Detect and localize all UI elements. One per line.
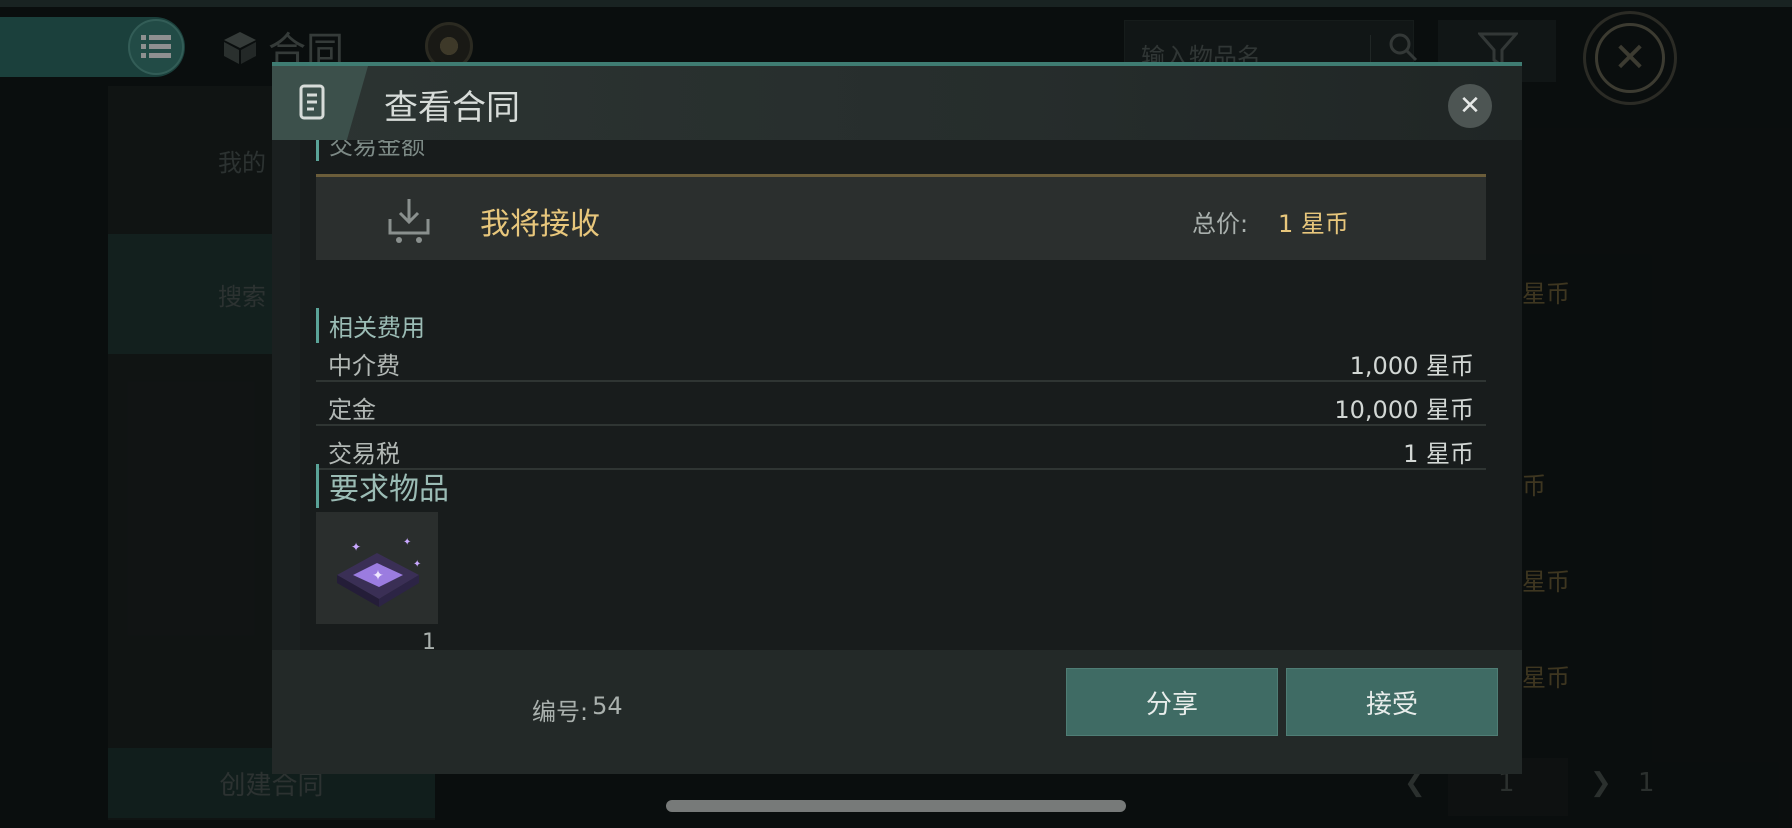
fee-row: 中介费 1,000 星币 [316, 338, 1486, 382]
required-item-slot[interactable]: ✦ ✦ ✦ ✦ [316, 512, 438, 624]
share-button[interactable]: 分享 [1066, 668, 1278, 736]
fee-name: 中介费 [328, 352, 400, 380]
fee-row: 定金 10,000 星币 [316, 382, 1486, 426]
svg-text:✦: ✦ [413, 559, 421, 570]
fee-value: 1,000 星币 [1349, 352, 1474, 380]
contract-serial: 编号: 54 [532, 692, 623, 727]
required-items-heading: 要求物品 [316, 464, 449, 508]
fee-name: 定金 [328, 396, 376, 424]
fee-value: 10,000 星币 [1334, 396, 1474, 424]
scroll-icon [299, 84, 325, 120]
svg-text:✦: ✦ [351, 540, 361, 554]
receive-label: 我将接收 [480, 207, 600, 242]
share-button-label: 分享 [1145, 689, 1198, 720]
total-price-label: 总价: [1192, 210, 1249, 238]
home-indicator [666, 800, 1126, 812]
svg-text:✦: ✦ [372, 568, 384, 584]
close-button[interactable]: ✕ [1448, 84, 1492, 128]
trade-amount-heading: 交易金额 [316, 140, 425, 161]
total-price-value: 1 星币 [1278, 210, 1349, 238]
item-quantity: 1 [422, 630, 436, 650]
svg-text:✦: ✦ [403, 537, 411, 548]
serial-value: 54 [592, 692, 623, 720]
receive-panel: 我将接收 总价: 1 星币 [316, 174, 1486, 260]
contract-content[interactable]: 交易金额 我将接收 总价: 1 星币 相关费用 中介费 1,000 星币 定金 … [300, 140, 1522, 650]
fee-row: 交易税 1 星币 [316, 426, 1486, 470]
close-icon: ✕ [1459, 91, 1481, 121]
header-tab [272, 66, 368, 140]
fee-value: 1 星币 [1403, 440, 1474, 468]
purple-chip-icon: ✦ ✦ ✦ ✦ [337, 537, 421, 607]
dialog-header: 查看合同 ✕ [272, 66, 1522, 140]
dialog-title: 查看合同 [384, 88, 520, 128]
dialog-footer: 编号: 54 分享 接受 [272, 650, 1522, 774]
serial-label: 编号: [532, 698, 589, 726]
view-contract-dialog: 查看合同 ✕ 交易金额 我将接收 总价: 1 星币 相关费用 中介费 1,000… [272, 62, 1522, 774]
download-cart-icon [388, 199, 430, 243]
accept-button-label: 接受 [1365, 689, 1418, 720]
accept-button[interactable]: 接受 [1286, 668, 1498, 736]
